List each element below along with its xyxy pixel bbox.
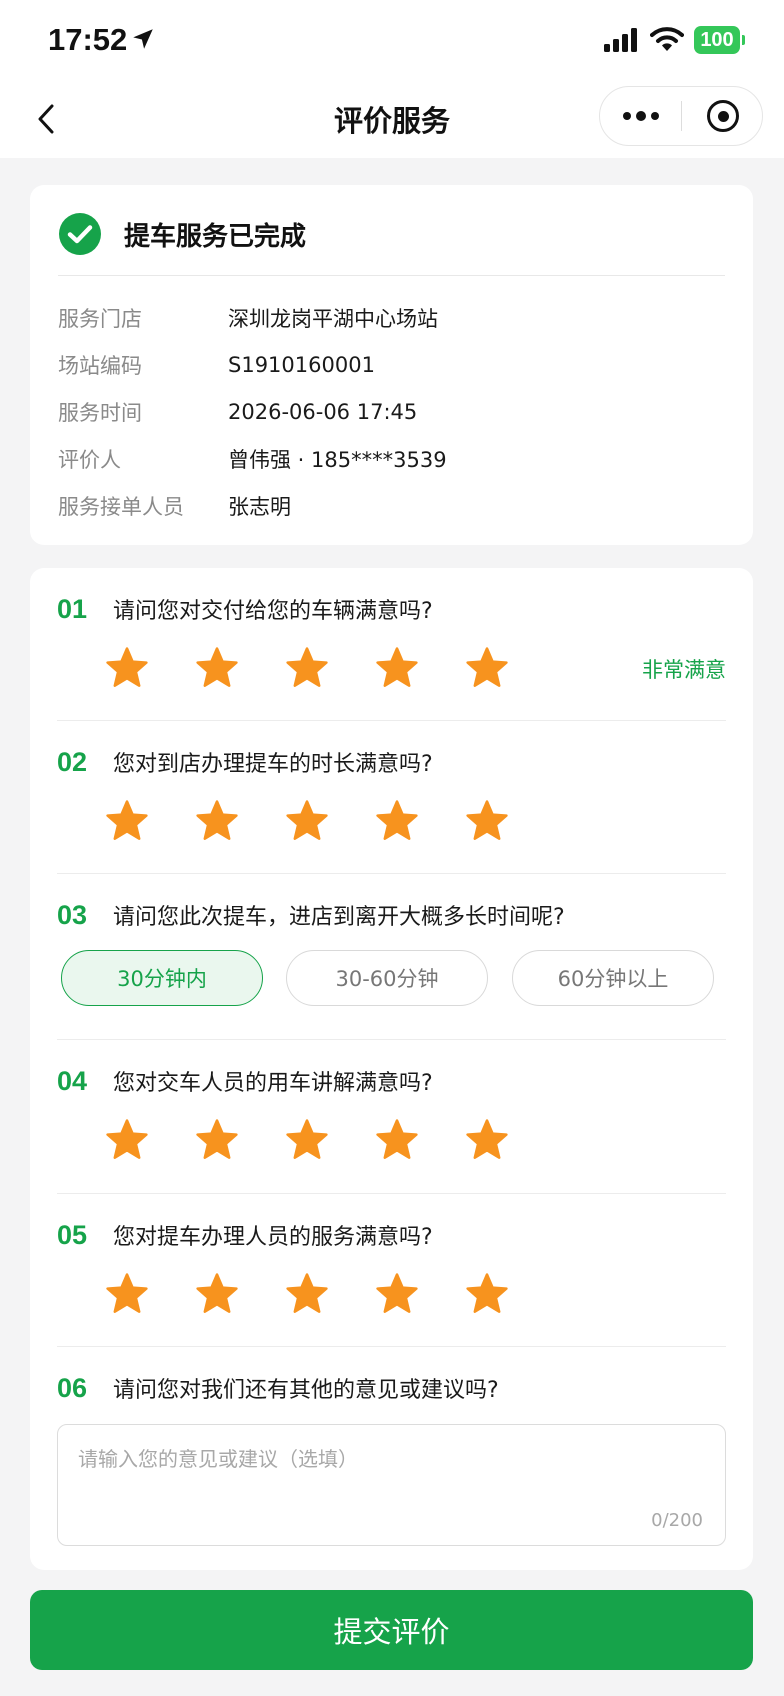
divider: [57, 1039, 726, 1040]
star-rating[interactable]: [105, 1272, 555, 1316]
question-text: 您对到店办理提车的时长满意吗?: [113, 752, 433, 777]
star-icon[interactable]: [375, 1118, 419, 1162]
info-value: 2026-06-06 17:45: [228, 400, 418, 424]
star-icon[interactable]: [105, 646, 149, 690]
info-row-staff: 服务接单人员 张志明: [58, 491, 291, 521]
check-circle-icon: [59, 213, 101, 255]
info-row-store: 服务门店 深圳龙岗平湖中心场站: [58, 303, 438, 333]
cellular-signal-icon: [604, 28, 637, 52]
question-number: 01: [57, 593, 88, 624]
star-rating[interactable]: [105, 799, 555, 843]
star-icon[interactable]: [195, 1118, 239, 1162]
question-number: 03: [57, 899, 88, 930]
question-number: 02: [57, 746, 88, 777]
close-target-icon[interactable]: [682, 87, 764, 145]
star-icon[interactable]: [195, 799, 239, 843]
star-icon[interactable]: [375, 799, 419, 843]
star-rating[interactable]: [105, 1118, 555, 1162]
star-rating[interactable]: [105, 646, 555, 690]
submit-review-button[interactable]: 提交评价: [30, 1590, 753, 1670]
battery-level: 100: [700, 28, 734, 51]
wifi-icon: [650, 27, 684, 51]
question-05: 05 您对提车办理人员的服务满意吗?: [57, 1218, 726, 1313]
info-row-service-time: 服务时间 2026-06-06 17:45: [58, 397, 417, 427]
survey-card: 01 请问您对交付给您的车辆满意吗? 非常满意 02 您对到店办理提车的时长满意…: [30, 568, 753, 1570]
option-over-60-min[interactable]: 60分钟以上: [512, 950, 714, 1006]
star-icon[interactable]: [285, 646, 329, 690]
star-icon[interactable]: [375, 646, 419, 690]
question-02: 02 您对到店办理提车的时长满意吗?: [57, 745, 726, 840]
navigation-bar: 评价服务: [0, 80, 784, 158]
star-icon[interactable]: [105, 799, 149, 843]
service-info-card: 提车服务已完成 服务门店 深圳龙岗平湖中心场站 场站编码 S1910160001…: [30, 185, 753, 545]
question-text: 您对提车办理人员的服务满意吗?: [113, 1225, 433, 1250]
info-value: 深圳龙岗平湖中心场站: [228, 307, 438, 331]
question-number: 06: [57, 1372, 88, 1403]
divider: [58, 275, 725, 276]
star-icon[interactable]: [195, 646, 239, 690]
star-icon[interactable]: [195, 1272, 239, 1316]
star-icon[interactable]: [465, 1272, 509, 1316]
info-row-station-code: 场站编码 S1910160001: [58, 350, 375, 380]
star-icon[interactable]: [465, 1118, 509, 1162]
more-options-icon[interactable]: [600, 87, 682, 145]
info-value: 曾伟强 · 185****3539: [228, 448, 447, 472]
question-number: 05: [57, 1219, 88, 1250]
question-text: 请问您对我们还有其他的意见或建议吗?: [113, 1378, 499, 1403]
mini-program-capsule: [599, 86, 763, 146]
star-icon[interactable]: [285, 1272, 329, 1316]
question-03: 03 请问您此次提车，进店到离开大概多长时间呢? 30分钟内 30-60分钟 6…: [57, 898, 726, 1006]
question-text: 请问您此次提车，进店到离开大概多长时间呢?: [113, 905, 565, 930]
duration-options: 30分钟内 30-60分钟 60分钟以上: [61, 950, 730, 1006]
feedback-textarea[interactable]: [78, 1443, 698, 1513]
star-icon[interactable]: [285, 1118, 329, 1162]
question-06: 06 请问您对我们还有其他的意见或建议吗?: [57, 1371, 726, 1405]
feedback-box: 0/200: [57, 1424, 726, 1546]
divider: [57, 720, 726, 721]
option-30-min[interactable]: 30分钟内: [61, 950, 263, 1006]
status-time: 17:52: [48, 22, 128, 57]
divider: [57, 1346, 726, 1347]
question-04: 04 您对交车人员的用车讲解满意吗?: [57, 1064, 726, 1159]
question-text: 请问您对交付给您的车辆满意吗?: [113, 599, 433, 624]
star-icon[interactable]: [465, 799, 509, 843]
star-icon[interactable]: [465, 646, 509, 690]
question-01: 01 请问您对交付给您的车辆满意吗? 非常满意: [57, 592, 726, 687]
char-counter: 0/200: [651, 1510, 703, 1531]
star-icon[interactable]: [105, 1118, 149, 1162]
star-icon[interactable]: [285, 799, 329, 843]
service-status: 提车服务已完成: [58, 211, 306, 257]
question-text: 您对交车人员的用车讲解满意吗?: [113, 1071, 433, 1096]
info-value: 张志明: [228, 495, 291, 519]
info-label: 服务接单人员: [58, 495, 184, 519]
info-label: 场站编码: [58, 354, 142, 378]
divider: [57, 873, 726, 874]
info-value: S1910160001: [228, 353, 375, 377]
info-label: 评价人: [58, 448, 121, 472]
question-number: 04: [57, 1065, 88, 1096]
location-arrow-icon: [133, 29, 153, 49]
divider: [57, 1193, 726, 1194]
rating-label: 非常满意: [642, 658, 726, 682]
info-row-reviewer: 评价人 曾伟强 · 185****3539: [58, 444, 447, 474]
status-bar: 17:52 100: [0, 0, 784, 80]
star-icon[interactable]: [105, 1272, 149, 1316]
option-30-60-min[interactable]: 30-60分钟: [286, 950, 488, 1006]
service-status-text: 提车服务已完成: [124, 221, 307, 252]
star-icon[interactable]: [375, 1272, 419, 1316]
battery-indicator: 100: [694, 26, 745, 54]
info-label: 服务门店: [58, 307, 142, 331]
info-label: 服务时间: [58, 401, 142, 425]
